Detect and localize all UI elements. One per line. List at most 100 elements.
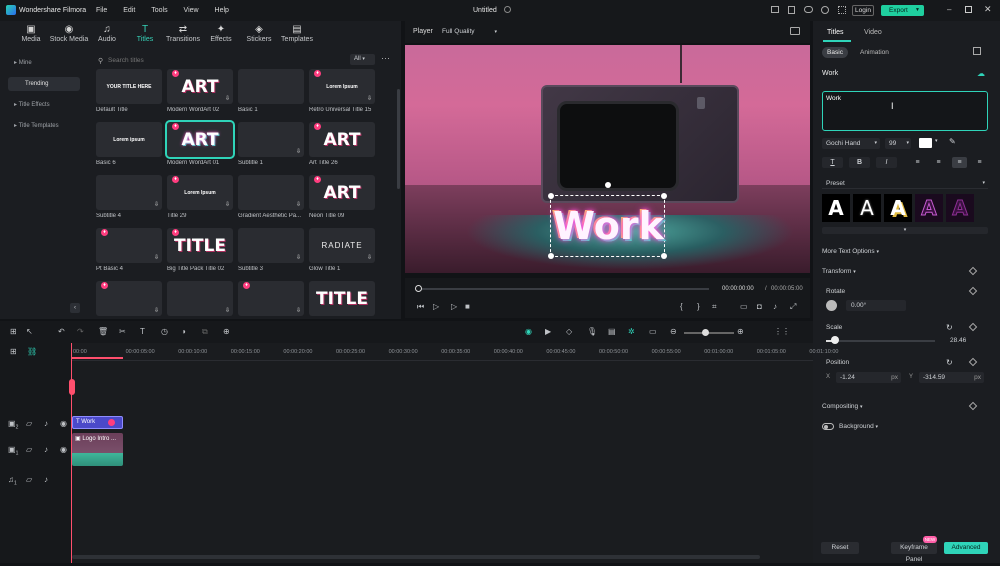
bold-icon[interactable]: B (849, 157, 870, 168)
camera-icon[interactable]: ◘ (757, 302, 762, 311)
select-tool-icon[interactable]: ↖ (26, 327, 33, 336)
volume-icon[interactable]: ♪ (44, 419, 48, 428)
title-card[interactable]: Lorem Ipsum ♦ ⇩ Retro Universal Title 15 (309, 69, 375, 113)
keyframe-panel-button[interactable]: Keyframe Panel (891, 542, 937, 563)
title-card[interactable]: ART ♦ ⇩ Modern WordArt 02 (167, 69, 233, 113)
collapse-sidebar-icon[interactable]: ‹ (70, 303, 80, 313)
tab-audio[interactable]: ♫ Audio (87, 24, 127, 43)
ai-text-icon[interactable]: ☁ (977, 69, 985, 78)
zoom-out-icon[interactable]: ⊖ (670, 327, 677, 336)
title-card[interactable]: ⇩ Subtitle 3 (238, 228, 304, 272)
zoom-slider-knob[interactable] (702, 329, 709, 336)
mark-out-icon[interactable]: } (697, 302, 700, 311)
tab-effects[interactable]: ✦ Effects (201, 24, 241, 43)
font-dropdown[interactable]: Gochi Hand ▾ (822, 138, 880, 149)
keyframe-icon[interactable] (968, 286, 978, 296)
save-preset-icon[interactable] (973, 47, 981, 55)
download-icon[interactable]: ⇩ (154, 254, 159, 261)
download-icon[interactable]: ⇩ (225, 201, 230, 208)
minimize-button[interactable]: – (947, 5, 951, 14)
support-icon[interactable] (821, 6, 829, 14)
shield-icon[interactable]: ◇ (566, 327, 572, 336)
apps-grid-icon[interactable] (838, 6, 846, 14)
title-card[interactable]: ART ♦ Neon Title 09 (309, 175, 375, 219)
title-card[interactable]: YOUR TITLE HERE Default Title (96, 69, 162, 113)
filter-dropdown[interactable]: All ▾ (350, 54, 375, 65)
resize-handle[interactable] (661, 253, 667, 259)
title-card[interactable]: ART ♦ Modern WordArt 01 (165, 120, 235, 166)
volume-icon[interactable]: ♪ (44, 475, 48, 484)
menu-tools[interactable]: Tools (151, 7, 167, 14)
title-card[interactable]: ⇩ Gradient Aesthetic Pa... (238, 175, 304, 219)
mark-in-icon[interactable]: { (680, 302, 683, 311)
keyframe-icon[interactable] (968, 357, 978, 367)
title-card[interactable]: ♦ ⇩ (96, 281, 162, 319)
text-selection-box[interactable]: Work (548, 182, 667, 259)
title-clip[interactable]: T Work (72, 416, 123, 429)
link-icon[interactable]: ⛓ (27, 347, 37, 356)
preview-canvas[interactable]: Work (405, 45, 810, 273)
eye-icon[interactable]: ◉ (60, 419, 67, 428)
background-toggle[interactable] (822, 423, 834, 430)
speed-icon[interactable]: ◷ (161, 327, 168, 336)
download-icon[interactable]: ⇩ (225, 307, 230, 314)
preset-dark-purple[interactable]: A (946, 194, 974, 222)
italic-icon[interactable]: I (876, 157, 897, 168)
redo-icon[interactable]: ↷ (77, 327, 84, 336)
group-icon[interactable]: ⧉ (202, 327, 208, 337)
folder-icon[interactable]: ▱ (26, 419, 32, 428)
justify-icon[interactable]: ≡ (972, 157, 987, 168)
rotate-dial[interactable] (826, 300, 837, 311)
video-clip[interactable]: ▣ Logo Intro ... (72, 433, 123, 466)
auto-highlight-icon[interactable]: ◉ (525, 327, 532, 336)
work-area-marker[interactable] (71, 357, 123, 359)
download-icon[interactable]: ⇩ (367, 95, 372, 102)
close-button[interactable]: ✕ (984, 4, 992, 15)
keyframe-icon[interactable] (968, 266, 978, 276)
display-icon[interactable]: ▭ (740, 302, 748, 311)
render-icon[interactable]: ▶ (545, 327, 551, 336)
align-center-icon[interactable]: ≡ (931, 157, 946, 168)
title-card[interactable]: RADIATE ⇩ Glow Title 1 (309, 228, 375, 272)
preset-yellow-shadow[interactable]: A (884, 194, 912, 222)
more-text-options[interactable]: More Text Options ▾ (822, 248, 879, 255)
compositing-header[interactable]: Compositing ▾ (822, 403, 862, 410)
layout-icon[interactable] (771, 6, 779, 13)
tab-titles-properties[interactable]: Titles (827, 29, 843, 36)
align-left-icon[interactable]: ≡ (910, 157, 925, 168)
fullscreen-icon[interactable]: ⤢ (790, 302, 796, 312)
play-icon[interactable]: ▷ (451, 302, 457, 311)
download-icon[interactable]: ⇩ (154, 307, 159, 314)
zoom-in-icon[interactable]: ⊕ (737, 327, 744, 336)
rotate-input[interactable]: 0.00° (846, 300, 906, 311)
sidebar-item-title-effects[interactable]: ▸ Title Effects (8, 98, 80, 112)
horizontal-scrollbar[interactable] (72, 555, 760, 559)
search-input[interactable] (108, 54, 258, 66)
background-label[interactable]: Background ▾ (839, 423, 878, 430)
sidebar-item-title-templates[interactable]: ▸ Title Templates (8, 119, 80, 133)
playhead-scrubber[interactable] (419, 288, 709, 290)
tab-video-properties[interactable]: Video (864, 29, 882, 36)
tab-templates[interactable]: ▤ Templates (277, 24, 317, 43)
download-icon[interactable]: ⇩ (296, 307, 301, 314)
stop-icon[interactable]: ■ (465, 302, 470, 311)
download-icon[interactable]: ⇩ (225, 95, 230, 102)
scale-slider[interactable] (826, 340, 935, 342)
download-icon[interactable]: ⇩ (296, 201, 301, 208)
microphone-icon[interactable]: 🎙 (587, 327, 597, 336)
font-size-dropdown[interactable]: 99 ▾ (885, 138, 911, 149)
subtab-animation[interactable]: Animation (860, 49, 889, 56)
volume-icon[interactable]: ♪ (773, 302, 777, 311)
download-icon[interactable]: ⇩ (154, 201, 159, 208)
text-case-icon[interactable]: T (822, 157, 843, 168)
tab-media[interactable]: ▣ Media (11, 24, 51, 43)
download-icon[interactable]: ⇩ (296, 148, 301, 155)
advanced-button[interactable]: Advanced (944, 542, 988, 554)
menu-help[interactable]: Help (215, 7, 229, 14)
resize-handle[interactable] (548, 253, 554, 259)
keyframe-icon[interactable] (968, 322, 978, 332)
sidebar-item-trending[interactable]: Trending (8, 77, 80, 91)
crop-icon[interactable]: ⌗ (712, 302, 717, 312)
font-color-swatch[interactable] (919, 138, 932, 148)
tab-titles[interactable]: T Titles (125, 24, 165, 43)
